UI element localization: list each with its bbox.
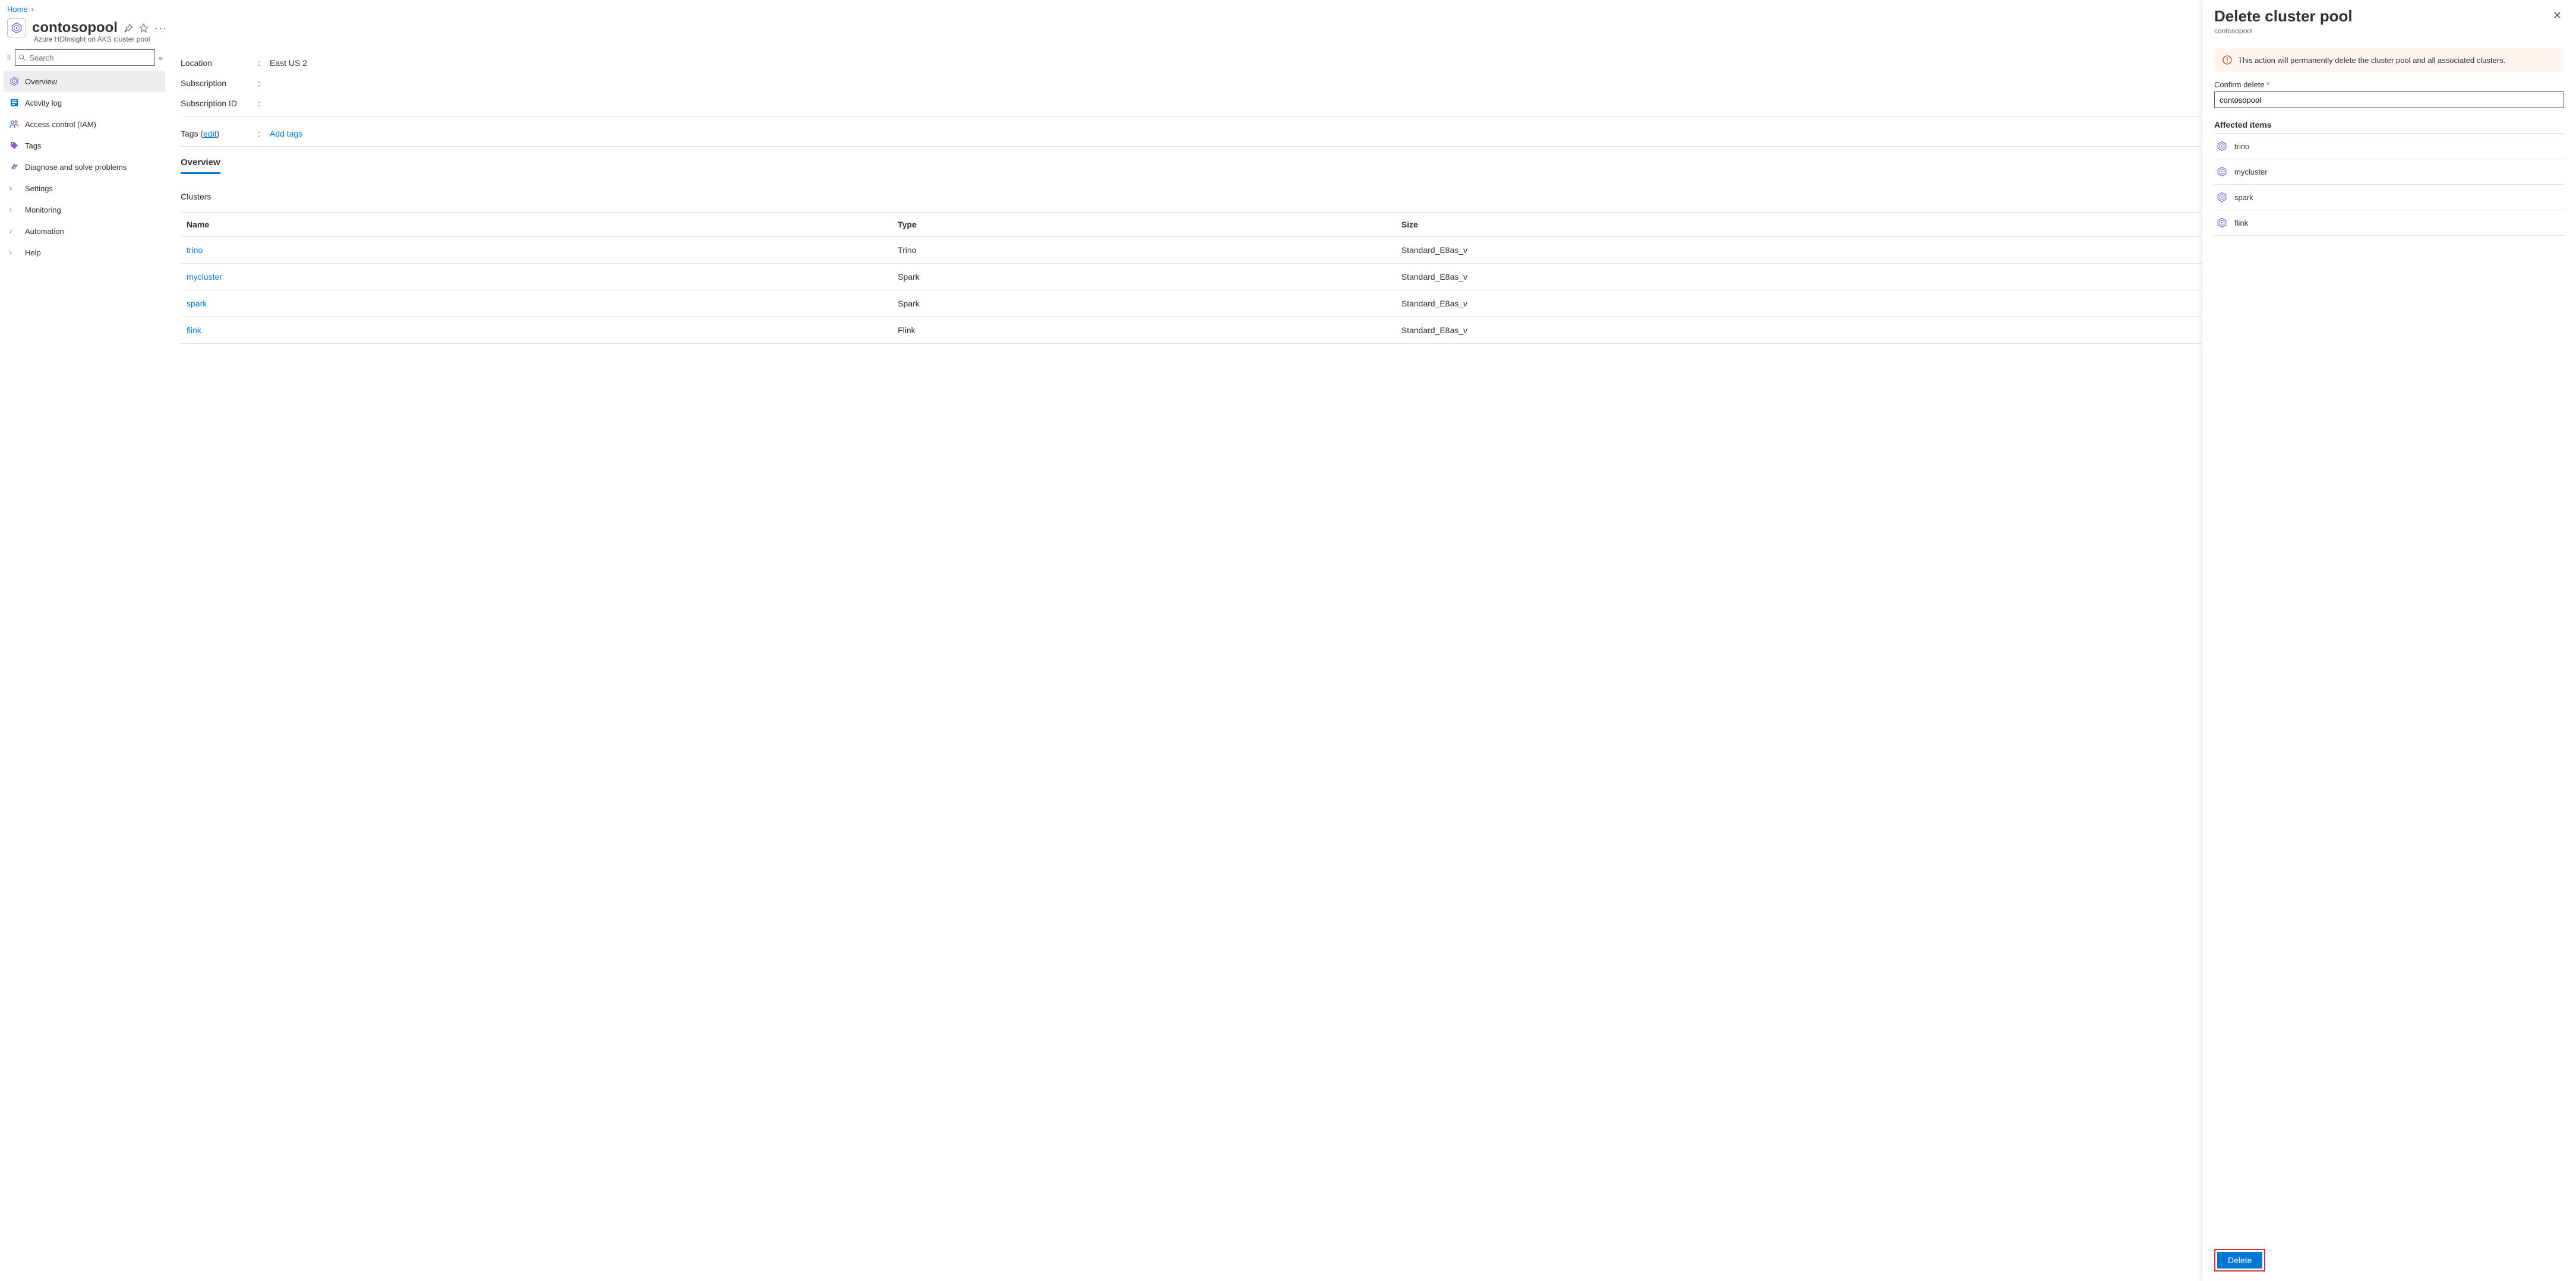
cluster-icon <box>2217 217 2227 228</box>
blade-subtitle: contosopool <box>2214 27 2353 35</box>
chevron-right-icon: › <box>31 5 34 14</box>
more-menu[interactable]: ··· <box>154 22 167 34</box>
tags-icon <box>10 141 19 150</box>
breadcrumb-home[interactable]: Home <box>7 5 28 14</box>
page-header: contosopool ··· <box>0 16 2576 37</box>
star-icon[interactable] <box>139 23 149 33</box>
cluster-type: Spark <box>892 290 1396 317</box>
sidebar-item-monitoring[interactable]: › Monitoring <box>4 199 165 220</box>
cluster-link[interactable]: spark <box>187 299 207 308</box>
sidebar-item-label: Settings <box>25 184 53 193</box>
subscription-id-label: Subscription ID <box>181 99 258 108</box>
cluster-type: Flink <box>892 317 1396 344</box>
sidebar-item-label: Access control (IAM) <box>25 120 96 129</box>
sidebar-search[interactable] <box>15 49 155 66</box>
affected-item: spark <box>2214 185 2564 210</box>
collapse-sidebar-icon[interactable]: « <box>159 53 163 62</box>
cluster-type: Trino <box>892 237 1396 264</box>
breadcrumb: Home › <box>0 0 2576 16</box>
cluster-link[interactable]: trino <box>187 245 203 255</box>
affected-item-name: mycluster <box>2234 167 2268 176</box>
location-value: East US 2 <box>270 58 307 68</box>
overview-icon <box>10 77 19 86</box>
chevron-right-icon: › <box>10 248 19 257</box>
cluster-type: Spark <box>892 264 1396 290</box>
cluster-icon <box>2217 166 2227 177</box>
affected-item: flink <box>2214 210 2564 236</box>
resource-icon <box>7 18 26 37</box>
affected-item-name: trino <box>2234 142 2249 151</box>
search-input[interactable] <box>29 53 150 62</box>
warning-banner: This action will permanently delete the … <box>2214 48 2564 72</box>
sidebar-item-label: Diagnose and solve problems <box>25 163 127 172</box>
chevron-right-icon: › <box>10 227 19 235</box>
affected-item-name: flink <box>2234 219 2248 227</box>
cluster-link[interactable]: mycluster <box>187 272 222 281</box>
cluster-pool-icon <box>11 22 23 34</box>
location-label: Location <box>181 58 258 68</box>
warning-text: This action will permanently delete the … <box>2238 56 2505 65</box>
close-icon[interactable]: ✕ <box>2550 7 2564 24</box>
sidebar-item-help[interactable]: › Help <box>4 242 165 263</box>
confirm-delete-input[interactable] <box>2214 91 2564 108</box>
delete-blade: Delete cluster pool contosopool ✕ This a… <box>2202 0 2576 1281</box>
add-tags-link[interactable]: Add tags <box>270 129 302 138</box>
expand-collapse-icon[interactable]: ⇳ <box>6 55 11 61</box>
sidebar-item-activity-log[interactable]: Activity log <box>4 92 165 113</box>
sidebar-item-label: Tags <box>25 141 41 150</box>
affected-items-heading: Affected items <box>2214 120 2564 129</box>
warning-icon <box>2223 55 2232 65</box>
pin-icon[interactable] <box>124 23 133 33</box>
tab-overview[interactable]: Overview <box>181 157 220 174</box>
sidebar-item-tags[interactable]: Tags <box>4 135 165 156</box>
blade-title: Delete cluster pool <box>2214 7 2353 26</box>
chevron-right-icon: › <box>10 184 19 192</box>
cluster-icon <box>2217 141 2227 151</box>
cluster-link[interactable]: flink <box>187 325 201 335</box>
diagnose-icon <box>10 162 19 172</box>
sidebar-item-access-control[interactable]: Access control (IAM) <box>4 113 165 135</box>
access-control-icon <box>10 119 19 129</box>
affected-item: trino <box>2214 133 2564 159</box>
activity-log-icon <box>10 98 19 107</box>
col-name[interactable]: Name <box>181 213 892 237</box>
sidebar: ⇳ « Overview Activity log Access control… <box>0 49 169 1277</box>
sidebar-item-automation[interactable]: › Automation <box>4 220 165 242</box>
sidebar-item-diagnose[interactable]: Diagnose and solve problems <box>4 156 165 178</box>
delete-button-highlight: Delete <box>2214 1249 2265 1271</box>
search-icon <box>19 54 26 61</box>
page-subtitle: Azure HDInsight on AKS cluster pool <box>0 35 2576 43</box>
sidebar-item-overview[interactable]: Overview <box>4 71 165 92</box>
sidebar-item-settings[interactable]: › Settings <box>4 178 165 199</box>
sidebar-item-label: Monitoring <box>25 205 61 214</box>
chevron-right-icon: › <box>10 205 19 214</box>
sidebar-item-label: Activity log <box>25 99 62 107</box>
tags-label: Tags (edit) <box>181 129 258 138</box>
sidebar-item-label: Overview <box>25 77 57 86</box>
page-title: contosopool <box>32 20 118 36</box>
confirm-delete-label: Confirm delete * <box>2214 80 2564 89</box>
sidebar-item-label: Help <box>25 248 41 257</box>
edit-tags-link[interactable]: edit <box>203 129 217 138</box>
sidebar-item-label: Automation <box>25 227 64 236</box>
subscription-label: Subscription <box>181 78 258 88</box>
delete-button[interactable]: Delete <box>2217 1252 2262 1269</box>
affected-item-name: spark <box>2234 193 2253 202</box>
affected-item: mycluster <box>2214 159 2564 185</box>
cluster-icon <box>2217 192 2227 203</box>
col-type[interactable]: Type <box>892 213 1396 237</box>
